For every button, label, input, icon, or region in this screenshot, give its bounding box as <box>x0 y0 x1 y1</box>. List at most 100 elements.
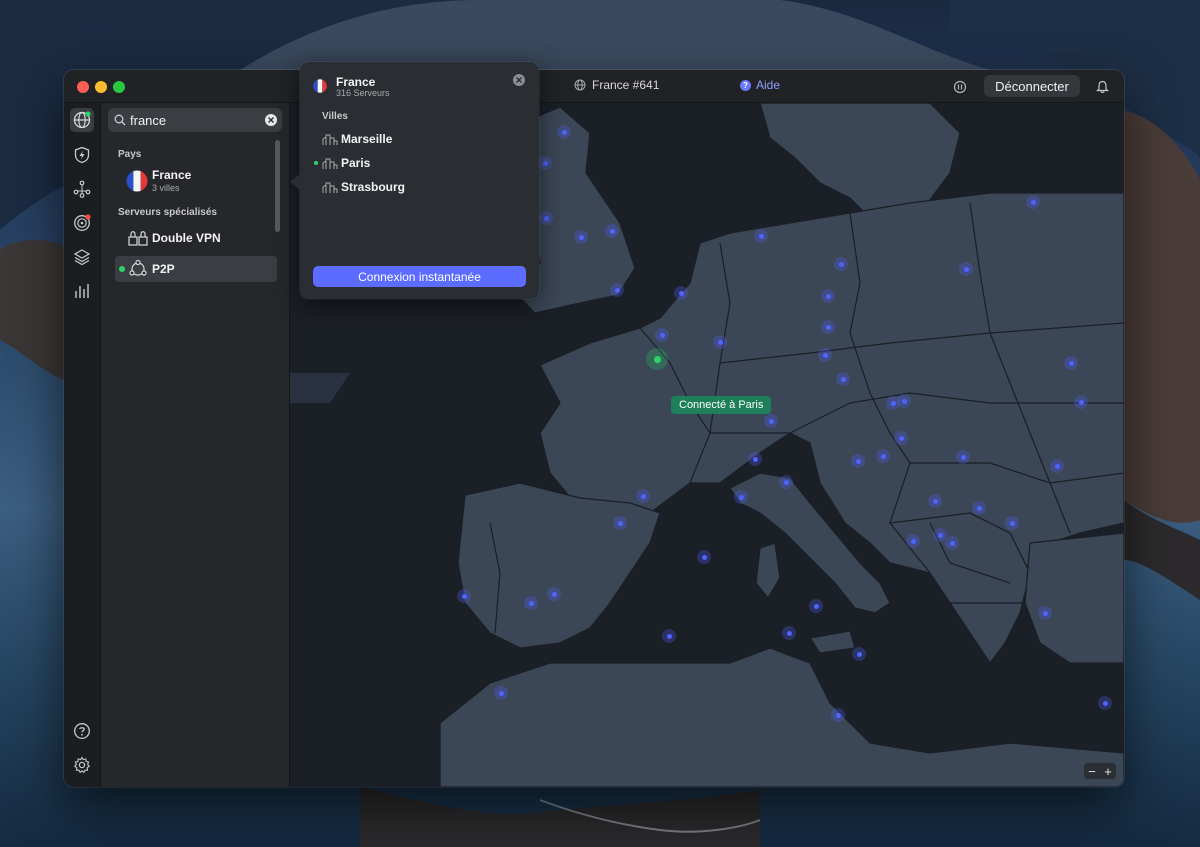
bell-icon[interactable] <box>1096 80 1109 94</box>
zoom-in-button[interactable]: + <box>1100 763 1116 779</box>
server-marker-dot <box>609 228 615 234</box>
server-marker[interactable] <box>1005 516 1019 530</box>
popup-close-button[interactable] <box>513 74 525 86</box>
server-marker[interactable] <box>945 536 959 550</box>
countries-heading: Pays <box>118 149 142 160</box>
cities-heading: Villes <box>322 111 348 122</box>
server-marker[interactable] <box>852 647 866 661</box>
server-marker-dot <box>1009 520 1015 526</box>
nav-statistics[interactable] <box>70 279 94 303</box>
server-marker-dot <box>1102 700 1108 706</box>
server-marker[interactable] <box>928 494 942 508</box>
server-marker[interactable] <box>956 450 970 464</box>
pause-icon[interactable] <box>953 80 967 94</box>
country-popup: France 316 Serveurs Villes Marseille Par… <box>300 62 539 299</box>
server-marker[interactable] <box>524 596 538 610</box>
disconnect-button[interactable]: Déconnecter <box>984 75 1080 97</box>
city-item-paris[interactable]: Paris <box>322 156 370 170</box>
close-window-button[interactable] <box>77 81 89 93</box>
city-item-marseille[interactable]: Marseille <box>322 132 392 146</box>
zoom-out-button[interactable]: − <box>1084 763 1100 779</box>
server-marker-dot <box>910 538 916 544</box>
quick-connect-button[interactable]: Connexion instantanée <box>313 266 526 287</box>
server-marker[interactable] <box>494 686 508 700</box>
server-marker[interactable] <box>809 599 823 613</box>
popup-country-name: France <box>336 75 376 89</box>
server-marker[interactable] <box>894 431 908 445</box>
server-marker[interactable] <box>539 211 553 225</box>
zoom-window-button[interactable] <box>113 81 125 93</box>
server-marker-dot <box>1078 399 1084 405</box>
server-marker[interactable] <box>547 587 561 601</box>
server-marker[interactable] <box>972 501 986 515</box>
server-marker[interactable] <box>818 348 832 362</box>
server-marker[interactable] <box>636 489 650 503</box>
server-marker-dot <box>825 293 831 299</box>
double-vpn-item[interactable]: Double VPN <box>115 225 277 251</box>
server-marker[interactable] <box>557 125 571 139</box>
server-marker[interactable] <box>613 516 627 530</box>
server-marker[interactable] <box>876 449 890 463</box>
server-marker[interactable] <box>605 224 619 238</box>
minimize-window-button[interactable] <box>95 81 107 93</box>
server-marker-dot <box>542 160 548 166</box>
nav-meshnet[interactable] <box>70 177 94 201</box>
server-marker[interactable] <box>538 156 552 170</box>
city-item-strasbourg[interactable]: Strasbourg <box>322 180 405 194</box>
server-marker[interactable] <box>782 626 796 640</box>
server-marker[interactable] <box>1026 195 1040 209</box>
p2p-item[interactable]: P2P <box>115 256 277 282</box>
paris-connected-marker[interactable] <box>646 348 668 370</box>
country-city-count: 3 villes <box>152 183 180 193</box>
server-marker[interactable] <box>851 454 865 468</box>
help-link[interactable]: ? Aide <box>740 78 780 92</box>
server-marker[interactable] <box>734 490 748 504</box>
server-marker[interactable] <box>897 394 911 408</box>
server-marker[interactable] <box>457 589 471 603</box>
server-marker-dot <box>960 454 966 460</box>
server-marker[interactable] <box>933 528 947 542</box>
server-marker[interactable] <box>1064 356 1078 370</box>
server-marker[interactable] <box>1098 696 1112 710</box>
server-marker[interactable] <box>662 629 676 643</box>
server-marker[interactable] <box>697 550 711 564</box>
server-marker[interactable] <box>834 257 848 271</box>
nav-countries[interactable] <box>70 108 94 132</box>
nav-help[interactable] <box>70 719 94 743</box>
server-marker[interactable] <box>1074 395 1088 409</box>
clear-search-button[interactable] <box>265 114 277 126</box>
nav-split-tunneling[interactable] <box>70 245 94 269</box>
server-marker[interactable] <box>764 414 778 428</box>
close-icon <box>516 77 522 83</box>
search-input[interactable] <box>130 108 258 132</box>
server-marker[interactable] <box>674 286 688 300</box>
server-marker[interactable] <box>821 289 835 303</box>
nav-dark-web-monitor[interactable] <box>70 211 94 235</box>
server-marker-dot <box>678 290 684 296</box>
server-marker-dot <box>963 266 969 272</box>
country-item-france[interactable]: France 3 villes <box>115 166 277 198</box>
server-marker[interactable] <box>754 229 768 243</box>
scrollbar[interactable] <box>275 140 280 232</box>
city-buildings-icon <box>322 158 338 169</box>
server-marker[interactable] <box>1050 459 1064 473</box>
server-marker-dot <box>898 435 904 441</box>
server-marker[interactable] <box>821 320 835 334</box>
server-marker[interactable] <box>831 708 845 722</box>
nav-settings[interactable] <box>70 753 94 777</box>
server-marker[interactable] <box>906 534 920 548</box>
server-marker[interactable] <box>655 328 669 342</box>
server-list-panel: Pays France 3 villes Serveurs spécialisé… <box>101 103 290 787</box>
server-marker-dot <box>855 458 861 464</box>
server-marker-dot <box>561 129 567 135</box>
nav-threat-protection[interactable] <box>70 143 94 167</box>
server-marker[interactable] <box>1038 606 1052 620</box>
server-marker-dot <box>752 456 758 462</box>
server-marker[interactable] <box>713 335 727 349</box>
server-marker[interactable] <box>836 372 850 386</box>
server-marker[interactable] <box>779 475 793 489</box>
server-marker[interactable] <box>574 230 588 244</box>
server-marker[interactable] <box>610 283 624 297</box>
server-marker[interactable] <box>748 452 762 466</box>
server-marker[interactable] <box>959 262 973 276</box>
